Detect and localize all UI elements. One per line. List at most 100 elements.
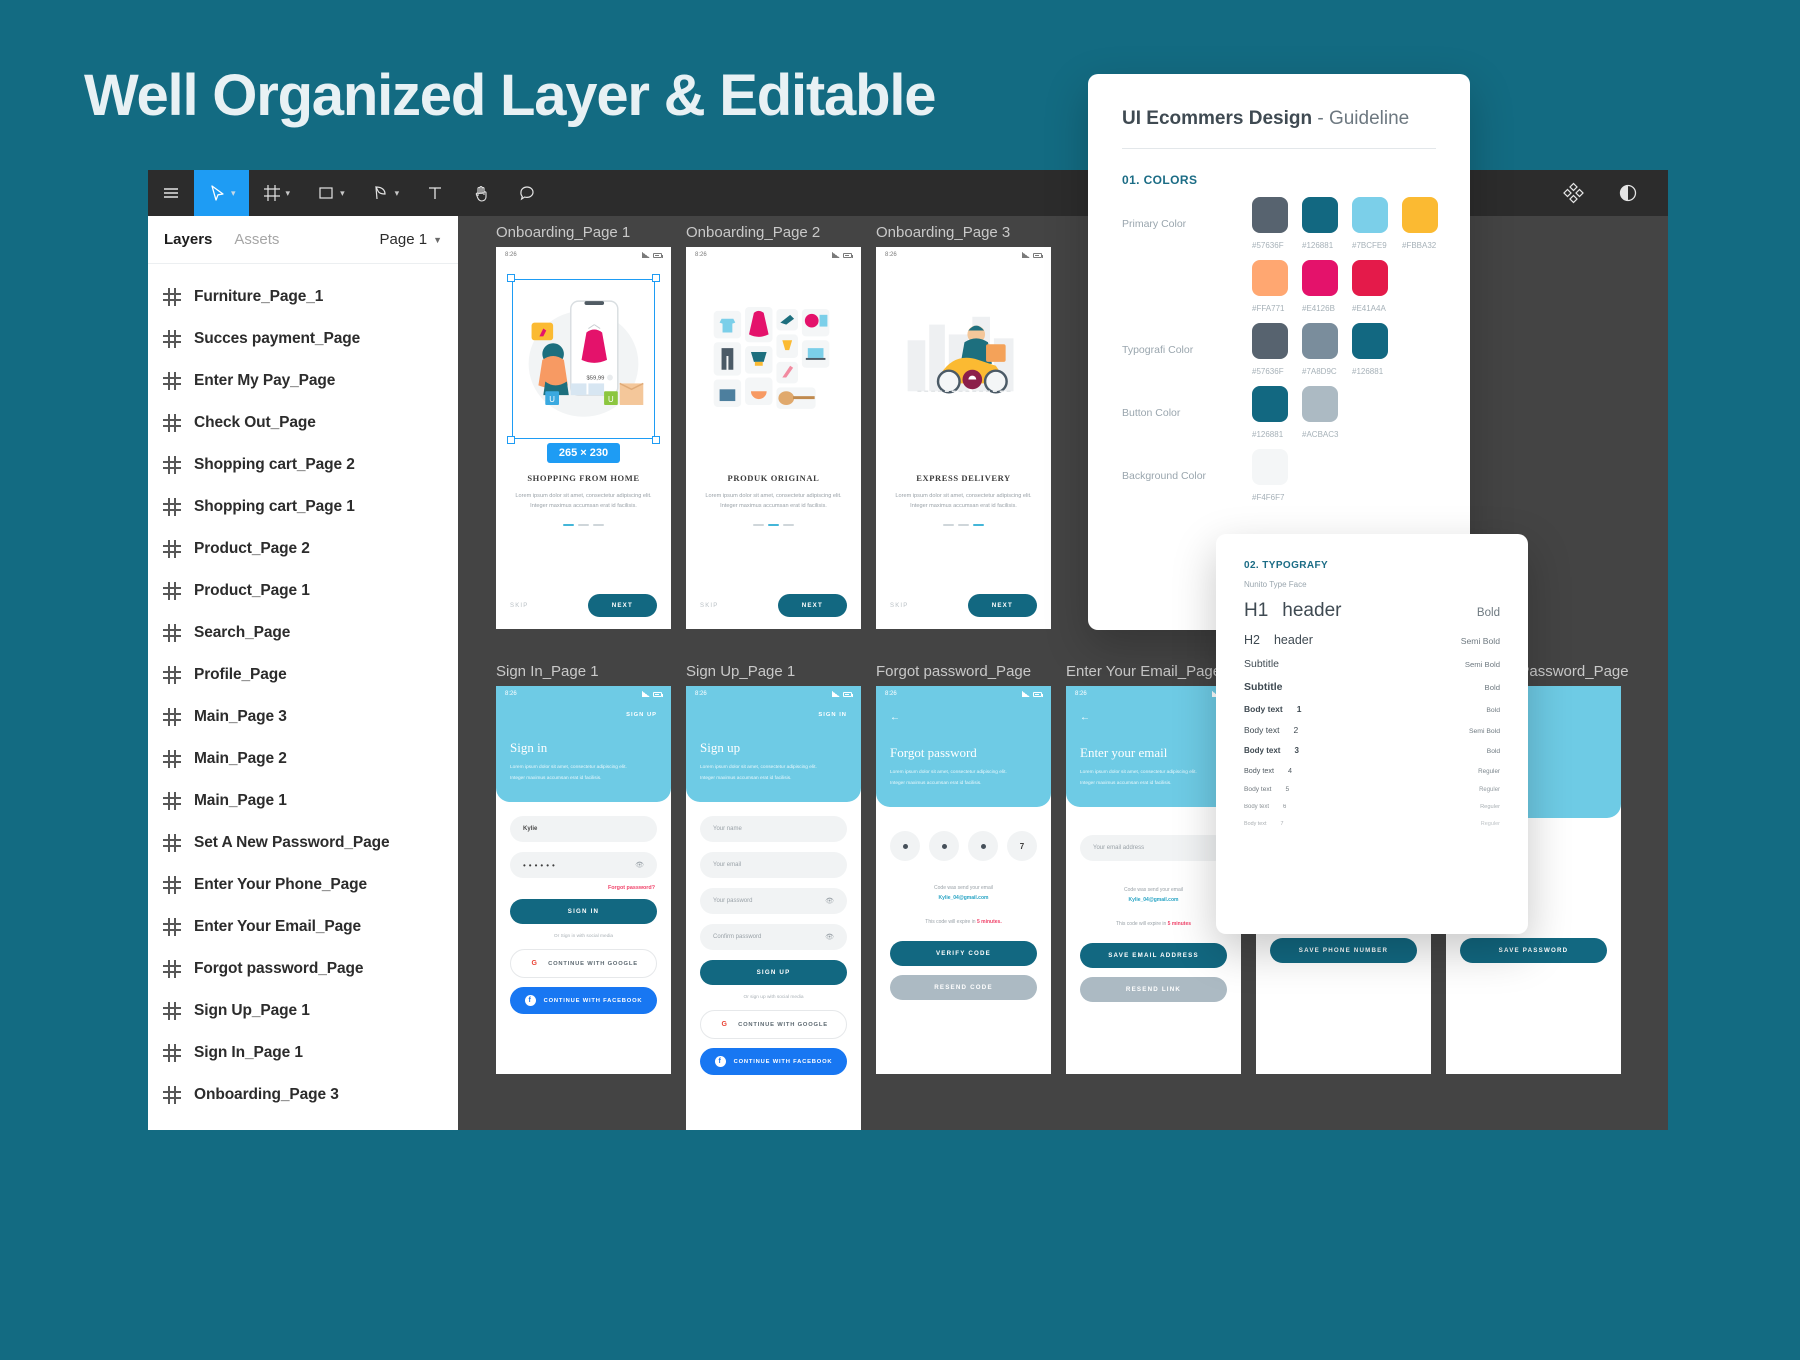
frame-onboarding-3[interactable]: Onboarding_Page 3 8:26 EXPRESS DELIVERY …	[876, 224, 1051, 629]
color-swatch[interactable]	[1252, 197, 1288, 233]
skip-button[interactable]: SKIP	[890, 603, 908, 609]
move-tool-icon[interactable]: ▾	[194, 170, 249, 216]
next-button[interactable]: NEXT	[967, 594, 1037, 617]
comment-tool-icon[interactable]	[504, 170, 550, 216]
color-swatch[interactable]	[1352, 323, 1388, 359]
sign-up-button[interactable]: SIGN UP	[700, 960, 847, 986]
layer-item[interactable]: Check Out_Page	[148, 402, 458, 444]
layer-item[interactable]: Enter My Pay_Page	[148, 360, 458, 402]
save-phone-button[interactable]: SAVE PHONE NUMBER	[1270, 938, 1417, 963]
color-swatch[interactable]	[1252, 323, 1288, 359]
layers-panel-header: Layers Assets Page 1 ▼	[148, 216, 458, 264]
tab-assets[interactable]: Assets	[234, 231, 279, 248]
frame-sign-up[interactable]: Sign Up_Page 1 8:26 SIGN IN Sign up Lore…	[686, 663, 861, 1130]
skip-button[interactable]: SKIP	[700, 603, 718, 609]
color-swatch[interactable]	[1352, 260, 1388, 296]
continue-with-facebook-button[interactable]: f CONTINUE WITH FACEBOOK	[510, 987, 657, 1015]
resend-link-button[interactable]: RESEND LINK	[1080, 977, 1227, 1003]
resend-code-button[interactable]: RESEND CODE	[890, 975, 1037, 1001]
layer-item[interactable]: Onboarding_Page 3	[148, 1074, 458, 1116]
frame-tool-icon[interactable]: ▾	[249, 170, 304, 216]
save-password-button[interactable]: SAVE PASSWORD	[1460, 938, 1607, 963]
password-input[interactable]: Your password 👁	[700, 888, 847, 915]
continue-with-facebook-button[interactable]: f CONTINUE WITH FACEBOOK	[700, 1048, 847, 1076]
sign-in-button[interactable]: SIGN IN	[510, 899, 657, 925]
continue-with-google-button[interactable]: G CONTINUE WITH GOOGLE	[510, 949, 657, 979]
next-button[interactable]: NEXT	[777, 594, 847, 617]
confirm-password-input[interactable]: Confirm password 👁	[700, 924, 847, 951]
layer-item[interactable]: Enter Your Email_Page	[148, 906, 458, 948]
layer-item[interactable]: Search_Page	[148, 612, 458, 654]
tab-layers[interactable]: Layers	[164, 231, 212, 248]
layer-item[interactable]: Shopping cart_Page 1	[148, 486, 458, 528]
color-swatch[interactable]	[1252, 260, 1288, 296]
skip-button[interactable]: SKIP	[510, 603, 528, 609]
continue-with-google-button[interactable]: G CONTINUE WITH GOOGLE	[700, 1010, 847, 1040]
color-swatch[interactable]	[1252, 386, 1288, 422]
color-swatch[interactable]	[1352, 197, 1388, 233]
color-swatch[interactable]	[1302, 197, 1338, 233]
menu-icon[interactable]	[148, 170, 194, 216]
password-input[interactable]: •••••• 👁	[510, 852, 657, 879]
forgot-password-link[interactable]: Forgot password?	[510, 885, 655, 891]
sign-in-link[interactable]: SIGN IN	[686, 702, 861, 718]
pagination-dots[interactable]	[890, 523, 1037, 527]
onboarding-footer: SKIP NEXT	[686, 594, 861, 617]
layer-item[interactable]: Sign Up_Page 1	[148, 990, 458, 1032]
eye-off-icon[interactable]: 👁	[635, 861, 644, 869]
frame-enter-email[interactable]: Enter Your Email_Page 8:26 ← Enter your …	[1066, 663, 1241, 1074]
layer-item[interactable]: Furniture_Page_1	[148, 276, 458, 318]
layer-item[interactable]: Sign In_Page 1	[148, 1032, 458, 1074]
text-tool-icon[interactable]	[412, 170, 458, 216]
frame-onboarding-2[interactable]: Onboarding_Page 2 8:26 PRODUK ORIGINAL L…	[686, 224, 861, 629]
layer-item[interactable]: Forgot password_Page	[148, 948, 458, 990]
next-button[interactable]: NEXT	[587, 594, 657, 617]
frame-forgot-password[interactable]: Forgot password_Page 8:26 ← Forgot passw…	[876, 663, 1051, 1074]
typography-name: Body text	[1244, 821, 1267, 827]
eye-off-icon[interactable]: 👁	[825, 897, 834, 905]
username-input[interactable]: Kylie	[510, 816, 657, 843]
otp-digit-4[interactable]: 7	[1007, 831, 1037, 862]
layer-item[interactable]: Product_Page 2	[148, 528, 458, 570]
otp-digit-1[interactable]	[890, 831, 920, 862]
color-swatch[interactable]	[1252, 449, 1288, 485]
sign-up-link[interactable]: SIGN UP	[496, 702, 671, 718]
layer-item[interactable]: Main_Page 2	[148, 738, 458, 780]
layer-item[interactable]: Succes payment_Page	[148, 318, 458, 360]
layer-item[interactable]: Enter Your Phone_Page	[148, 864, 458, 906]
back-arrow-icon[interactable]: ←	[1066, 702, 1241, 723]
eye-off-icon[interactable]: 👁	[825, 933, 834, 941]
otp-digit-3[interactable]	[968, 831, 998, 862]
layer-item[interactable]: Main_Page 1	[148, 780, 458, 822]
name-input[interactable]: Your name	[700, 816, 847, 843]
page-selector[interactable]: Page 1 ▼	[380, 231, 442, 248]
back-arrow-icon[interactable]: ←	[876, 702, 1051, 723]
color-swatch[interactable]	[1402, 197, 1438, 233]
selection-handle-bl[interactable]	[507, 436, 515, 444]
email-input[interactable]: Your email	[700, 852, 847, 879]
verify-code-button[interactable]: VERIFY CODE	[890, 941, 1037, 967]
layer-item[interactable]: Profile_Page	[148, 654, 458, 696]
pagination-dots[interactable]	[510, 523, 657, 527]
otp-input-row[interactable]: 7	[890, 831, 1037, 862]
layer-item[interactable]: Main_Page 3	[148, 696, 458, 738]
layer-item[interactable]: Product_Page 1	[148, 570, 458, 612]
pagination-dots[interactable]	[700, 523, 847, 527]
color-swatch[interactable]	[1302, 323, 1338, 359]
pen-tool-icon[interactable]: ▾	[358, 170, 413, 216]
shape-tool-icon[interactable]: ▾	[303, 170, 358, 216]
hand-tool-icon[interactable]	[458, 170, 504, 216]
layer-item[interactable]: Shopping cart_Page 2	[148, 444, 458, 486]
selection-handle-br[interactable]	[652, 436, 660, 444]
contrast-icon[interactable]	[1604, 170, 1652, 216]
otp-digit-2[interactable]	[929, 831, 959, 862]
save-email-button[interactable]: SAVE EMAIL ADDRESS	[1080, 943, 1227, 969]
layer-item[interactable]: Set A New Password_Page	[148, 822, 458, 864]
frame-onboarding-1[interactable]: Onboarding_Page 1 8:26 $59,99 U U 265 × …	[496, 224, 671, 629]
components-icon[interactable]	[1550, 170, 1598, 216]
color-swatch[interactable]	[1302, 386, 1338, 422]
email-address-input[interactable]: Your email address	[1080, 835, 1227, 862]
color-swatch[interactable]	[1302, 260, 1338, 296]
auth-subtitle-line1: Lorem ipsum dolor sit amet, consectetur …	[890, 770, 1007, 775]
frame-sign-in[interactable]: Sign In_Page 1 8:26 SIGN UP Sign in Lore…	[496, 663, 671, 1074]
